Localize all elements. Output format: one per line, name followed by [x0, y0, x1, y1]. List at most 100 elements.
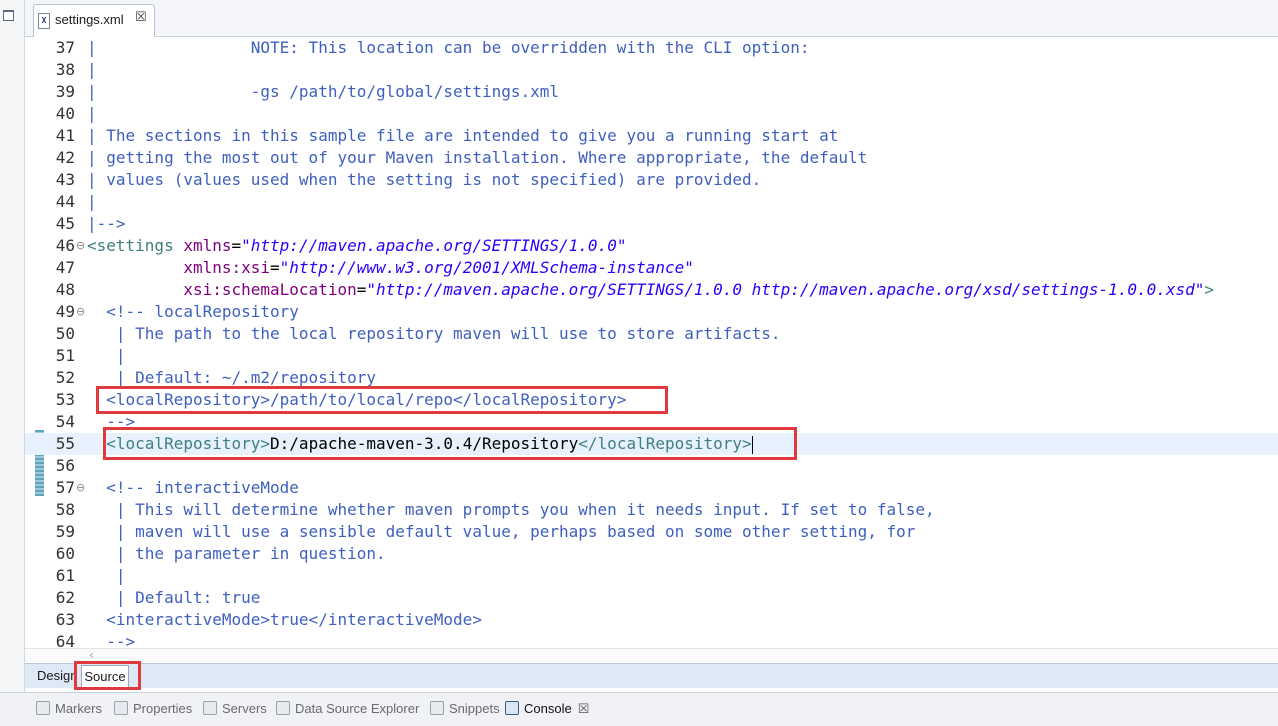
- restore-view-icon[interactable]: [3, 10, 14, 21]
- code-line[interactable]: 37 | NOTE: This location can be overridde…: [25, 37, 1278, 59]
- code-line[interactable]: 38 |: [25, 59, 1278, 81]
- view-tab-console[interactable]: Console ☒: [505, 699, 589, 719]
- code-line[interactable]: 62 | Default: true: [25, 587, 1278, 609]
- line-number: 55: [55, 434, 75, 453]
- xml-source-editor[interactable]: 37 | NOTE: This location can be overridde…: [25, 37, 1278, 648]
- line-number: 45: [55, 214, 75, 233]
- properties-icon: [114, 701, 128, 715]
- line-number: 39: [55, 82, 75, 101]
- view-tab-data-source-explorer[interactable]: Data Source Explorer: [276, 699, 419, 719]
- xml-file-icon: X: [38, 13, 50, 29]
- code-token: "http://www.w3.org/2001/XMLSchema-instan…: [279, 258, 694, 277]
- code-token: | The sections in this sample file are i…: [87, 126, 839, 145]
- code-token: | NOTE: This location can be overridden …: [87, 38, 810, 57]
- code-line[interactable]: 45 |-->: [25, 213, 1278, 235]
- left-panel-strip: [0, 0, 25, 692]
- line-number: 43: [55, 170, 75, 189]
- line-number: 58: [55, 500, 75, 519]
- code-token: <!-- interactiveMode: [87, 478, 299, 497]
- editor-tab-bar: X settings.xml ☒: [25, 0, 1278, 37]
- code-text: | The sections in this sample file are i…: [87, 125, 838, 147]
- scroll-left-icon[interactable]: ‹: [89, 648, 94, 662]
- code-line[interactable]: 43 | values (values used when the setting…: [25, 169, 1278, 191]
- code-token: | the parameter in question.: [87, 544, 386, 563]
- line-number: 47: [55, 258, 75, 277]
- code-token: |: [87, 192, 97, 211]
- close-tab-icon[interactable]: ☒: [135, 10, 147, 25]
- horizontal-scrollbar[interactable]: ‹: [25, 648, 1278, 663]
- tab-settings-xml[interactable]: X settings.xml ☒: [33, 4, 155, 37]
- code-token: |: [87, 566, 126, 585]
- line-number: 42: [55, 148, 75, 167]
- line-number: 64: [55, 632, 75, 648]
- line-number: 57: [55, 478, 75, 497]
- fold-toggle-icon[interactable]: ⊖: [76, 301, 85, 323]
- code-text: -->: [87, 631, 135, 648]
- bottom-views-bar: Markers Properties Servers Data Source Expl…: [0, 692, 1278, 726]
- code-token: | maven will use a sensible default valu…: [87, 522, 916, 541]
- code-line[interactable]: 42 | getting the most out of your Maven i…: [25, 147, 1278, 169]
- code-line[interactable]: 44 |: [25, 191, 1278, 213]
- code-text: | -gs /path/to/global/settings.xml: [87, 81, 559, 103]
- code-token: >: [1204, 280, 1215, 299]
- code-token: | Default: ~/.m2/repository: [87, 368, 376, 387]
- code-text: <!-- interactiveMode: [87, 477, 299, 499]
- code-line[interactable]: 49 ⊖ <!-- localRepository: [25, 301, 1278, 323]
- code-line[interactable]: 48 xsi:schemaLocation="http://maven.apac…: [25, 279, 1278, 301]
- code-token: | This will determine whether maven prom…: [87, 500, 935, 519]
- line-number: 54: [55, 412, 75, 431]
- fold-toggle-icon[interactable]: ⊖: [76, 235, 85, 257]
- code-line[interactable]: 58 | This will determine whether maven p…: [25, 499, 1278, 521]
- code-token: |: [87, 346, 126, 365]
- code-line[interactable]: 51 |: [25, 345, 1278, 367]
- code-line[interactable]: 60 | the parameter in question.: [25, 543, 1278, 565]
- code-token: | values (values used when the setting i…: [87, 170, 762, 189]
- view-tab-label: Properties: [133, 701, 193, 716]
- tab-design[interactable]: Design: [37, 665, 77, 686]
- highlight-box-source-tab: [74, 661, 141, 690]
- code-token: | -gs /path/to/global/settings.xml: [87, 82, 560, 101]
- code-text: |: [87, 345, 126, 367]
- line-number: 53: [55, 390, 75, 409]
- code-line[interactable]: 47 xmlns:xsi="http://www.w3.org/2001/XML…: [25, 257, 1278, 279]
- code-line[interactable]: 57 ⊖ <!-- interactiveMode: [25, 477, 1278, 499]
- code-text: | The path to the local repository maven…: [87, 323, 781, 345]
- markers-icon: [36, 701, 50, 715]
- console-icon: [505, 701, 519, 715]
- code-token: | getting the most out of your Maven ins…: [87, 148, 868, 167]
- code-token: |: [87, 104, 97, 123]
- code-line[interactable]: 61 |: [25, 565, 1278, 587]
- view-tab-markers[interactable]: Markers: [36, 699, 102, 719]
- view-tab-servers[interactable]: Servers: [203, 699, 267, 719]
- code-line[interactable]: 41 | The sections in this sample file are…: [25, 125, 1278, 147]
- code-token: | The path to the local repository maven…: [87, 324, 781, 343]
- code-text: | NOTE: This location can be overridden …: [87, 37, 809, 59]
- code-line[interactable]: 64 -->: [25, 631, 1278, 648]
- code-line[interactable]: 63 <interactiveMode>true</interactiveMod…: [25, 609, 1278, 631]
- code-line[interactable]: 39 | -gs /path/to/global/settings.xml: [25, 81, 1278, 103]
- close-view-icon[interactable]: ☒: [578, 701, 590, 716]
- code-token: <interactiveMode>true</interactiveMode>: [87, 610, 482, 629]
- code-text: |: [87, 191, 97, 213]
- view-tab-label: Markers: [55, 701, 102, 716]
- view-tab-properties[interactable]: Properties: [114, 699, 192, 719]
- line-number: 41: [55, 126, 75, 145]
- code-line[interactable]: 50 | The path to the local repository ma…: [25, 323, 1278, 345]
- fold-toggle-icon[interactable]: ⊖: [76, 477, 85, 499]
- code-line[interactable]: 40 |: [25, 103, 1278, 125]
- line-number: 62: [55, 588, 75, 607]
- view-tab-label: Console: [524, 701, 572, 716]
- line-number: 63: [55, 610, 75, 629]
- code-line[interactable]: 59 | maven will use a sensible default v…: [25, 521, 1278, 543]
- code-text: xmlns:xsi="http://www.w3.org/2001/XMLSch…: [87, 257, 694, 279]
- line-number: 46: [55, 236, 75, 255]
- code-line[interactable]: 46 ⊖ <settings xmlns="http://maven.apache.…: [25, 235, 1278, 257]
- code-token: xmlns:xsi: [183, 258, 271, 277]
- view-tab-label: Data Source Explorer: [295, 701, 420, 716]
- code-text: <settings xmlns="http://maven.apache.org…: [87, 235, 626, 257]
- view-tab-snippets[interactable]: Snippets: [430, 699, 500, 719]
- line-number: 59: [55, 522, 75, 541]
- code-text: |: [87, 103, 97, 125]
